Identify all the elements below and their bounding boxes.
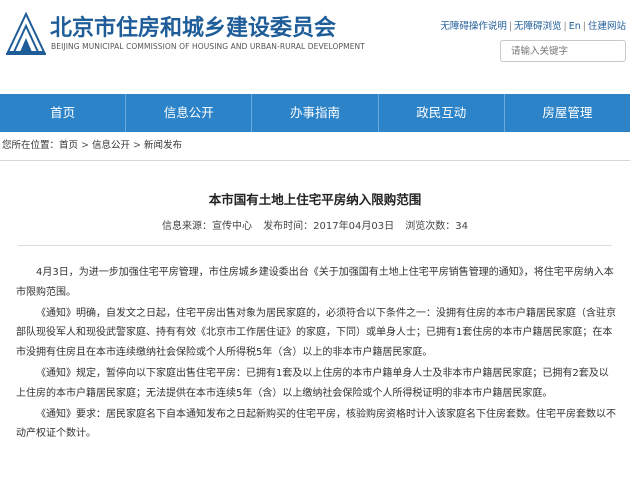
breadcrumb-info-disclosure[interactable]: 信息公开 (92, 140, 130, 151)
article-publish-time: 发布时间：2017年04月03日 (263, 221, 395, 232)
breadcrumb-home[interactable]: 首页 (59, 140, 78, 151)
site-title-cn[interactable]: 北京市住房和城乡建设委员会 (50, 10, 336, 42)
breadcrumb-separator: > (133, 140, 141, 151)
article-panel: 本市国有土地上住宅平房纳入限购范围 信息来源：宣传中心 发布时间：2017年04… (0, 160, 630, 490)
article-paragraph: 《通知》明确，自发文之日起，住宅平房出售对象为居民家庭的，必须符合以下条件之一：… (16, 307, 616, 359)
english-link[interactable]: En (569, 21, 581, 32)
article-paragraph: 《通知》要求：居民家庭名下自本通知发布之日起新购买的住宅平房，核验购房资格时计入… (16, 408, 616, 440)
article-paragraph: 4月3日，为进一步加强住宅平房管理，市住房城乡建设委出台《关于加强国有土地上住宅… (16, 267, 614, 298)
emblem-icon (6, 11, 46, 55)
link-separator: | (582, 21, 586, 32)
search-input[interactable] (500, 40, 626, 62)
article-paragraph: 《通知》规定，暂停向以下家庭出售住宅平房：已拥有1套及以上住房的本市户籍单身人士… (16, 367, 609, 399)
nav-item-info-disclosure[interactable]: 信息公开 (126, 94, 253, 132)
nav-item-housing-management[interactable]: 房屋管理 (505, 94, 630, 132)
nav-item-home[interactable]: 首页 (0, 94, 127, 132)
site-header: 北京市住房和城乡建设委员会 BEIJING MUNICIPAL COMMISSI… (0, 0, 630, 94)
breadcrumb: 您所在位置：首页 > 信息公开 > 新闻发布 (0, 137, 630, 155)
article-views: 浏览次数：34 (405, 221, 468, 232)
accessible-browse-link[interactable]: 无障碍浏览 (514, 21, 562, 32)
housing-site-link[interactable]: 住建网站 (588, 21, 626, 32)
main-nav: 首页 信息公开 办事指南 政民互动 房屋管理 (0, 94, 630, 132)
nav-item-interaction[interactable]: 政民互动 (379, 94, 505, 132)
article-body: 4月3日，为进一步加强住宅平房管理，市住房城乡建设委出台《关于加强国有土地上住宅… (16, 263, 616, 444)
article-title: 本市国有土地上住宅平房纳入限购范围 (208, 192, 422, 207)
breadcrumb-prefix: 您所在位置： (2, 140, 60, 151)
divider (18, 245, 612, 246)
top-links: 无障碍操作说明 | 无障碍浏览 | En | 住建网站 (440, 18, 626, 32)
breadcrumb-news[interactable]: 新闻发布 (144, 140, 182, 151)
article-source: 信息来源：宣传中心 (161, 221, 252, 232)
site-title-en: BEIJING MUNICIPAL COMMISSION OF HOUSING … (51, 42, 365, 51)
link-separator: | (508, 21, 513, 32)
accessibility-guide-link[interactable]: 无障碍操作说明 (440, 21, 507, 32)
link-separator: | (563, 21, 567, 32)
article-meta: 信息来源：宣传中心 发布时间：2017年04月03日 浏览次数：34 (0, 217, 630, 232)
nav-item-service-guide[interactable]: 办事指南 (252, 94, 379, 132)
breadcrumb-separator: > (81, 140, 89, 151)
